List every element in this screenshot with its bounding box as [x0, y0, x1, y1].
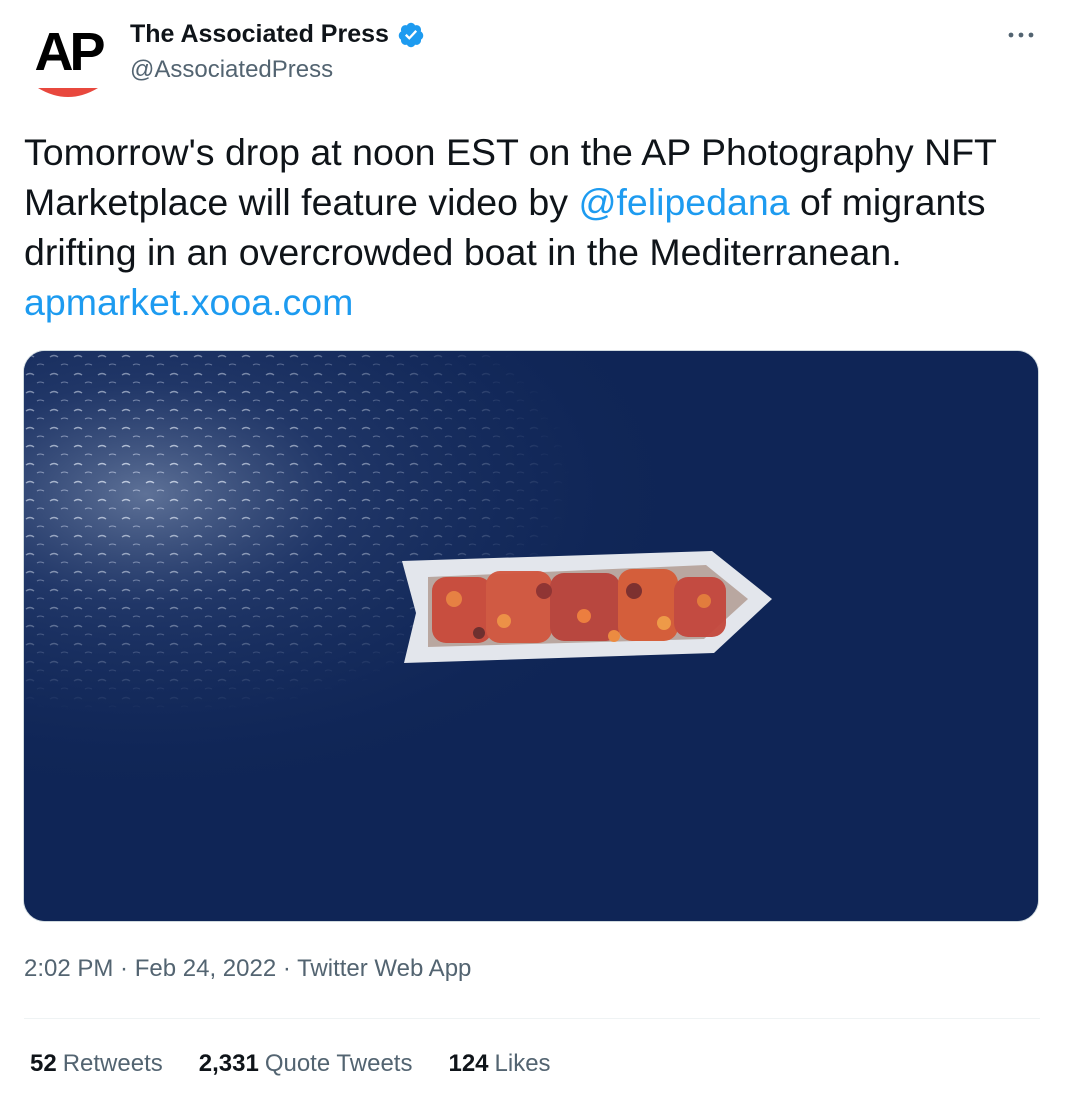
tweet-time[interactable]: 2:02 PM — [24, 955, 113, 982]
external-link[interactable]: apmarket.xooa.com — [24, 281, 353, 323]
quote-tweets-count: 2,331 — [198, 1050, 259, 1077]
mention-link[interactable]: @felipedana — [578, 181, 789, 223]
tweet-date[interactable]: Feb 24, 2022 — [135, 955, 276, 982]
quote-tweets-stat[interactable]: 2,331 Quote Tweets — [199, 1050, 413, 1078]
likes-stat[interactable]: 124 Likes — [448, 1050, 550, 1078]
author-display-name-row[interactable]: The Associated Press — [130, 20, 425, 49]
likes-count: 124 — [448, 1050, 489, 1077]
more-options-button[interactable] — [1004, 22, 1038, 48]
tweet-source[interactable]: Twitter Web App — [297, 955, 471, 982]
retweets-count: 52 — [30, 1050, 57, 1077]
author-display-name[interactable]: The Associated Press — [130, 20, 389, 49]
divider — [24, 1018, 1040, 1019]
retweets-stat[interactable]: 52 Retweets — [30, 1050, 163, 1078]
ap-logo-arc — [38, 88, 98, 97]
avatar-logo-text: AP — [34, 22, 105, 82]
likes-label: Likes — [494, 1050, 551, 1077]
tweet-text: Tomorrow's drop at noon EST on the AP Ph… — [24, 127, 1034, 327]
retweets-label: Retweets — [62, 1050, 163, 1077]
tweet-stats: 52 Retweets 2,331 Quote Tweets 124 Likes — [30, 1050, 551, 1078]
meta-separator: · — [276, 955, 298, 982]
verified-badge-icon — [398, 22, 424, 47]
meta-separator: · — [113, 955, 135, 982]
author-handle[interactable]: @AssociatedPress — [130, 56, 333, 84]
media-image-boat — [24, 351, 1038, 921]
more-horizontal-icon — [1008, 32, 1034, 38]
quote-tweets-label: Quote Tweets — [264, 1050, 413, 1077]
tweet-meta: 2:02 PM · Feb 24, 2022 · Twitter Web App — [24, 955, 471, 983]
tweet-media-video[interactable] — [23, 350, 1039, 922]
avatar[interactable]: AP — [24, 18, 110, 104]
